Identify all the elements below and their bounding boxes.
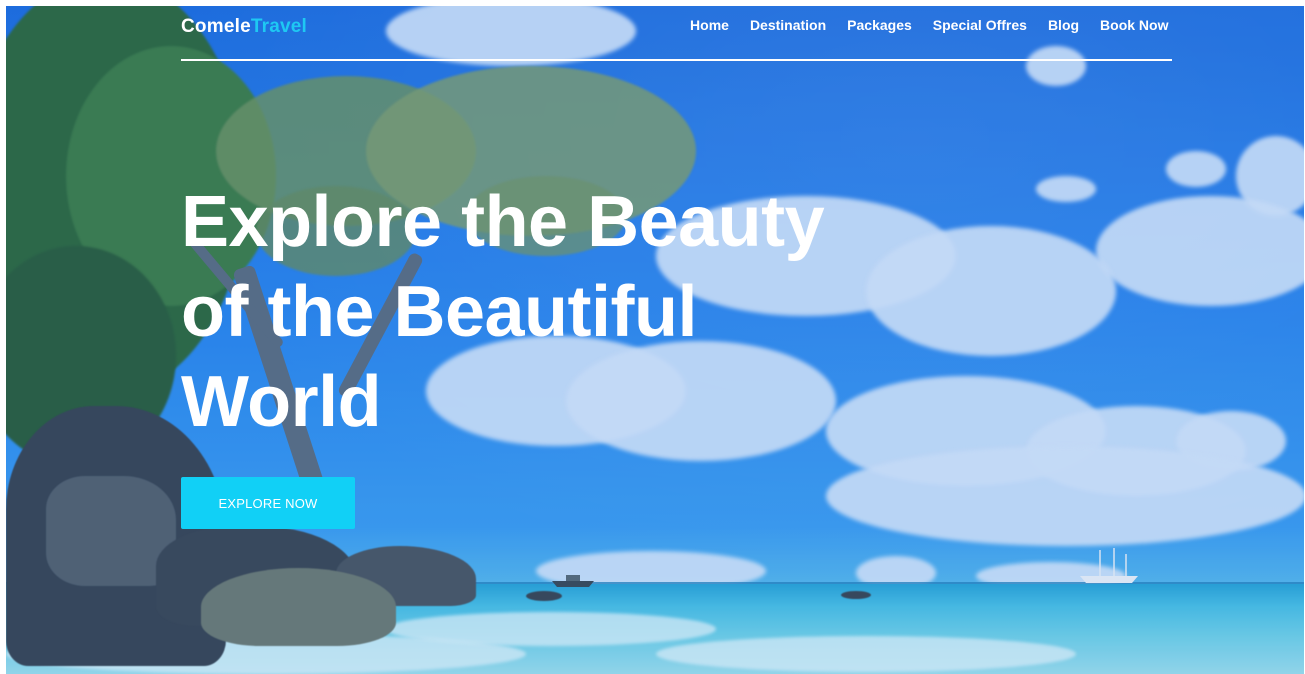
nav-item-packages[interactable]: Packages [837, 15, 923, 35]
brand-logo[interactable]: ComeleTravel [181, 16, 307, 38]
nav-item-home[interactable]: Home [680, 15, 740, 35]
brand-name-main: Comele [181, 16, 251, 37]
nav-item-destination[interactable]: Destination [739, 15, 836, 35]
headline-line-1: Explore the Beauty [181, 182, 825, 262]
nav-divider [181, 59, 1172, 61]
headline-line-2: of the Beautiful [181, 272, 697, 352]
explore-now-button[interactable]: EXPLORE NOW [181, 477, 355, 529]
hero-headline: Explore the Beauty of the Beautiful Worl… [181, 177, 941, 447]
main-nav: Home Destination Packages Special Offres… [680, 15, 1179, 35]
brand-name-accent: Travel [250, 16, 307, 37]
nav-item-blog[interactable]: Blog [1037, 15, 1089, 35]
nav-item-book-now[interactable]: Book Now [1090, 15, 1179, 35]
nav-item-special-offres[interactable]: Special Offres [922, 15, 1037, 35]
headline-line-3: World [181, 362, 382, 442]
